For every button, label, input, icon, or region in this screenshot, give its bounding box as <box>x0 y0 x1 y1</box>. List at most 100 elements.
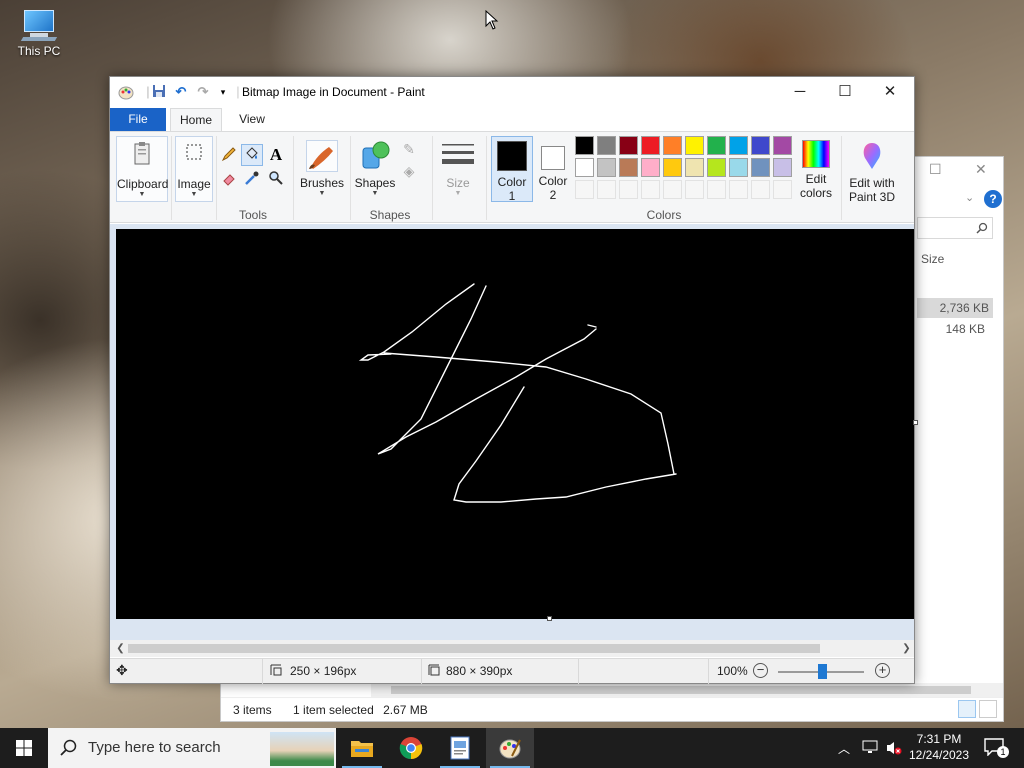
paint3d-icon <box>856 140 888 172</box>
scroll-thumb[interactable] <box>128 644 820 653</box>
drawing-canvas[interactable] <box>116 229 914 619</box>
minimize-button[interactable]: ─ <box>777 77 823 107</box>
tab-view[interactable]: View <box>230 108 274 131</box>
palette-swatch[interactable] <box>575 158 594 177</box>
palette-swatch[interactable] <box>751 158 770 177</box>
zoom-slider-knob[interactable] <box>818 664 827 679</box>
palette-swatch[interactable] <box>597 158 616 177</box>
palette-swatch[interactable] <box>663 158 682 177</box>
shapes-button[interactable]: Shapes ▼ <box>352 136 398 202</box>
taskbar-paint[interactable] <box>486 728 534 768</box>
color-picker-icon[interactable] <box>241 170 263 192</box>
taskbar-file-explorer[interactable] <box>338 728 386 768</box>
volume-muted-icon[interactable] <box>886 740 902 768</box>
palette-empty-slot[interactable] <box>663 180 682 199</box>
palette-swatch[interactable] <box>619 136 638 155</box>
palette-empty-slot[interactable] <box>751 180 770 199</box>
maximize-button[interactable]: ☐ <box>822 77 868 107</box>
magnifier-icon[interactable] <box>265 170 287 192</box>
palette-swatch[interactable] <box>773 158 792 177</box>
text-icon[interactable]: A <box>265 144 287 166</box>
palette-swatch[interactable] <box>729 136 748 155</box>
close-icon[interactable]: ✕ <box>975 161 987 178</box>
palette-swatch[interactable] <box>597 136 616 155</box>
start-button[interactable] <box>0 728 48 768</box>
palette-swatch[interactable] <box>773 136 792 155</box>
customize-quick-access-icon[interactable]: ▾ <box>215 84 231 100</box>
color1-button[interactable]: Color 1 <box>491 136 533 203</box>
tab-file[interactable]: File <box>110 108 166 131</box>
palette-swatch[interactable] <box>707 136 726 155</box>
save-icon[interactable] <box>151 84 167 100</box>
paint-window[interactable]: | ↶ ↷ ▾ | Bitmap Image in Document - Pai… <box>109 76 918 684</box>
palette-swatch[interactable] <box>641 158 660 177</box>
zoom-in-button[interactable]: + <box>875 663 890 678</box>
palette-empty-slot[interactable] <box>619 180 638 199</box>
network-icon[interactable] <box>862 740 878 768</box>
brushes-button[interactable]: Brushes ▼ <box>297 136 347 202</box>
help-icon[interactable]: ? <box>984 190 1002 208</box>
edit-colors-button[interactable]: Edit colors <box>794 136 838 202</box>
palette-empty-slot[interactable] <box>597 180 616 199</box>
palette-swatch[interactable] <box>729 158 748 177</box>
palette-swatch[interactable] <box>663 136 682 155</box>
palette-swatch[interactable] <box>707 158 726 177</box>
title-bar[interactable]: | ↶ ↷ ▾ | Bitmap Image in Document - Pai… <box>110 77 914 107</box>
palette-empty-slot[interactable] <box>685 180 704 199</box>
taskbar-search[interactable]: Type here to search <box>48 728 336 768</box>
chevron-down-icon[interactable]: ⌄ <box>965 191 974 204</box>
pencil-icon[interactable] <box>218 146 240 168</box>
outline-icon[interactable]: ✎ <box>398 138 420 160</box>
tab-home[interactable]: Home <box>170 108 222 131</box>
details-view-button[interactable] <box>958 700 976 718</box>
palette-empty-slot[interactable] <box>773 180 792 199</box>
palette-empty-slot[interactable] <box>641 180 660 199</box>
action-center-button[interactable]: 1 <box>984 738 1009 768</box>
horizontal-scrollbar[interactable] <box>371 683 1003 697</box>
scroll-right-icon[interactable]: ❯ <box>898 640 915 657</box>
edit-colors-label-2: colors <box>799 186 832 200</box>
edit-with-paint3d-button[interactable]: Edit with Paint 3D <box>844 136 900 204</box>
resize-handle-right[interactable] <box>913 420 918 425</box>
palette-swatch[interactable] <box>685 158 704 177</box>
canvas-area[interactable] <box>110 224 918 643</box>
color2-button[interactable]: Color 2 <box>535 136 571 202</box>
search-icon <box>60 739 77 756</box>
move-icon: ✥ <box>116 662 128 678</box>
palette-swatch[interactable] <box>619 158 638 177</box>
resize-handle-bottom[interactable] <box>547 616 552 621</box>
scroll-left-icon[interactable]: ❮ <box>112 640 129 657</box>
palette-empty-slot[interactable] <box>575 180 594 199</box>
canvas-horizontal-scrollbar[interactable]: ❮ ❯ <box>110 640 914 657</box>
size-column-header[interactable]: Size <box>921 252 944 266</box>
palette-empty-slot[interactable] <box>729 180 748 199</box>
close-button[interactable]: ✕ <box>867 77 913 107</box>
status-bar: ✥ 250 × 196px 880 × 390px 100% − + <box>110 658 914 684</box>
palette-swatch[interactable] <box>575 136 594 155</box>
image-button[interactable]: Image ▼ <box>175 136 213 202</box>
redo-icon[interactable]: ↷ <box>195 84 211 100</box>
shape-fill-icon[interactable]: ◈ <box>398 160 420 182</box>
palette-swatch[interactable] <box>751 136 770 155</box>
fill-icon[interactable] <box>241 144 263 166</box>
file-size-cell[interactable]: 2,736 KB <box>917 298 993 318</box>
system-clock[interactable]: 7:31 PM 12/24/2023 <box>906 731 972 763</box>
show-hidden-icons[interactable]: ︿ <box>838 740 850 768</box>
zoom-out-button[interactable]: − <box>753 663 768 678</box>
maximize-icon[interactable]: ☐ <box>929 161 942 178</box>
palette-swatch[interactable] <box>685 136 704 155</box>
desktop-icon-this-pc[interactable]: This PC <box>12 8 66 58</box>
taskbar-chrome[interactable] <box>387 728 435 768</box>
clipboard-button[interactable]: Clipboard ▼ <box>116 136 168 202</box>
palette-swatch[interactable] <box>641 136 660 155</box>
file-size-cell[interactable]: 148 KB <box>917 319 993 339</box>
taskbar-document-app[interactable] <box>436 728 484 768</box>
undo-icon[interactable]: ↶ <box>173 84 189 100</box>
shapes-group-label: Shapes <box>369 208 411 222</box>
palette-empty-slot[interactable] <box>707 180 726 199</box>
eraser-icon[interactable] <box>218 170 240 192</box>
large-icons-view-button[interactable] <box>979 700 997 718</box>
paint-app-icon[interactable] <box>118 84 134 100</box>
size-button[interactable]: Size ▼ <box>438 136 478 202</box>
search-box[interactable] <box>917 217 993 239</box>
